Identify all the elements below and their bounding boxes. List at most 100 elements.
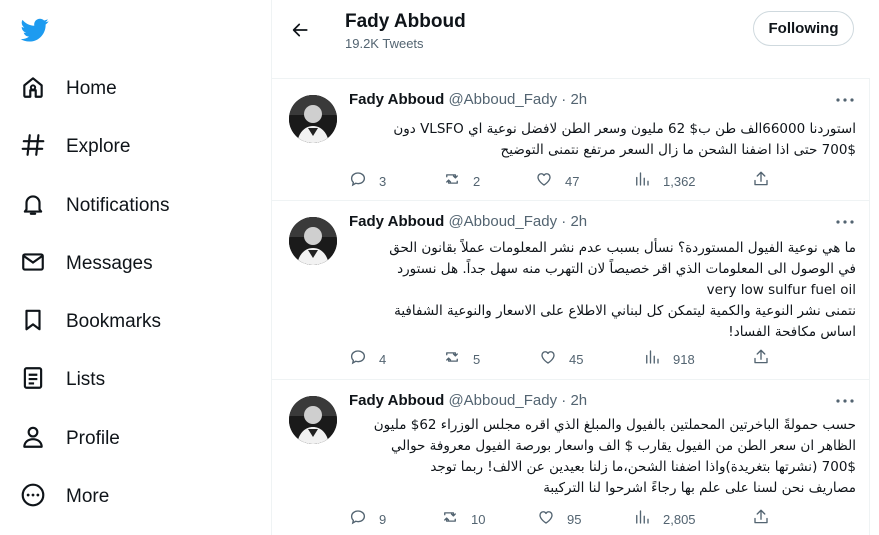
separator-dot: ·	[561, 213, 567, 230]
avatar[interactable]	[289, 217, 337, 265]
reply-button[interactable]: 3	[349, 170, 386, 193]
tweet[interactable]: Fady Abboud @Abboud_Fady · 2h استوردنا 6…	[272, 80, 870, 201]
tweet[interactable]: Fady Abboud @Abboud_Fady · 2h حسب حمولةً…	[272, 381, 870, 535]
retweet-icon	[443, 170, 461, 193]
sidebar-item-label: Home	[66, 78, 117, 99]
arrow-left-icon	[292, 23, 308, 37]
reply-icon	[349, 508, 367, 531]
like-button[interactable]: 95	[537, 508, 581, 531]
sidebar-item-label: Notifications	[66, 195, 170, 216]
sidebar-item-bookmarks[interactable]: Bookmarks	[8, 297, 173, 347]
twitter-bird-icon[interactable]	[20, 16, 50, 44]
heart-icon	[535, 170, 553, 193]
author-handle[interactable]: @Abboud_Fady	[448, 213, 557, 230]
like-count: 95	[567, 512, 582, 527]
views-button[interactable]: 918	[643, 348, 695, 371]
views-button[interactable]: 1,362	[633, 170, 696, 193]
tweet-text-line: استوردنا 66000الف طن ب$ 62 مليون وسعر ال…	[393, 121, 856, 137]
more-options-icon[interactable]	[834, 92, 856, 108]
views-button[interactable]: 2,805	[633, 508, 696, 531]
sidebar-item-label: Explore	[66, 136, 131, 157]
retweet-count: 5	[473, 352, 481, 367]
reply-icon	[349, 348, 367, 371]
separator-dot: ·	[561, 392, 567, 409]
tweet-text: ما هي نوعية الفيول المستوردة؟ نسأل بسبب …	[349, 238, 856, 343]
sidebar-item-label: Messages	[66, 253, 153, 274]
tweet-time[interactable]: 2h	[570, 91, 587, 108]
reply-button[interactable]: 4	[349, 348, 386, 371]
author-name[interactable]: Fady Abboud	[349, 392, 444, 409]
retweet-count: 2	[473, 174, 481, 189]
more-options-icon[interactable]	[834, 393, 856, 409]
tweet-text-line: 700$ (نشرتها بتغريدة)واذا اضفنا الشحن،ما…	[430, 459, 856, 475]
heart-icon	[539, 348, 557, 371]
retweet-button[interactable]: 5	[443, 348, 480, 371]
tweet-text-line: نتمنى نشر النوعية والكمية ليتمكن كل لبنا…	[394, 303, 856, 319]
views-count: 918	[673, 352, 695, 367]
share-button[interactable]	[752, 348, 770, 371]
sidebar-item-label: Bookmarks	[66, 311, 162, 332]
views-chart-icon	[633, 170, 651, 193]
bookmark-icon	[20, 307, 46, 338]
sidebar: Home Explore Notifications Messages Book…	[0, 0, 271, 535]
person-icon	[20, 424, 46, 455]
sidebar-item-profile[interactable]: Profile	[8, 414, 132, 464]
author-handle[interactable]: @Abboud_Fady	[448, 392, 557, 409]
tweet-text-line: 700$ حتى اذا اضفنا الشحن ما زال السعر مر…	[500, 142, 856, 158]
retweet-button[interactable]: 2	[443, 170, 480, 193]
tweet-time[interactable]: 2h	[570, 392, 587, 409]
sidebar-item-explore[interactable]: Explore	[8, 122, 142, 172]
back-button[interactable]	[286, 16, 314, 44]
tweet-text-line: اساس مكافحة الفساد!	[728, 324, 856, 340]
views-count: 2,805	[663, 512, 696, 527]
like-count: 47	[565, 174, 580, 189]
author-name[interactable]: Fady Abboud	[349, 91, 444, 108]
reply-button[interactable]: 9	[349, 508, 386, 531]
tweet[interactable]: Fady Abboud @Abboud_Fady · 2h ما هي نوعي…	[272, 202, 870, 380]
sidebar-item-more[interactable]: More	[8, 472, 121, 522]
sidebar-item-label: More	[66, 486, 110, 507]
separator-dot: ·	[561, 91, 567, 108]
heart-icon	[537, 508, 555, 531]
sidebar-item-label: Lists	[66, 369, 106, 390]
tweet-text: حسب حمولةً الباخرتين المحملتين بالفيول و…	[349, 415, 856, 499]
page-title: Fady Abboud	[345, 11, 466, 32]
tweet-actions: 3 2 47 1,362	[349, 170, 779, 190]
following-button[interactable]: Following	[753, 11, 854, 46]
tweet-text-line: حسب حمولةً الباخرتين المحملتين بالفيول و…	[373, 417, 856, 433]
tweet-text-line: الظاهر ان سعر الطن من الفيول يقارب $ الف…	[390, 438, 856, 454]
tweet-text-line: ما هي نوعية الفيول المستوردة؟ نسأل بسبب …	[389, 240, 856, 256]
views-chart-icon	[643, 348, 661, 371]
home-icon	[20, 74, 46, 105]
sidebar-item-messages[interactable]: Messages	[8, 239, 165, 289]
sidebar-item-home[interactable]: Home	[8, 64, 129, 114]
more-options-icon[interactable]	[834, 214, 856, 230]
share-button[interactable]	[752, 170, 770, 193]
avatar[interactable]	[289, 95, 337, 143]
retweet-button[interactable]: 10	[441, 508, 485, 531]
sidebar-item-notifications[interactable]: Notifications	[8, 181, 182, 231]
share-button[interactable]	[752, 508, 770, 531]
avatar[interactable]	[289, 396, 337, 444]
tweet-text: استوردنا 66000الف طن ب$ 62 مليون وسعر ال…	[349, 119, 856, 161]
tweet-header: Fady Abboud @Abboud_Fady · 2h	[349, 91, 587, 108]
sidebar-item-lists[interactable]: Lists	[8, 355, 117, 405]
tweet-header: Fady Abboud @Abboud_Fady · 2h	[349, 213, 587, 230]
like-button[interactable]: 47	[535, 170, 579, 193]
views-chart-icon	[633, 508, 651, 531]
sidebar-item-label: Profile	[66, 428, 120, 449]
reply-count: 9	[379, 512, 387, 527]
like-button[interactable]: 45	[539, 348, 583, 371]
tweet-count: 19.2K Tweets	[345, 36, 424, 51]
tweet-time[interactable]: 2h	[570, 213, 587, 230]
tweet-actions: 4 5 45 918	[349, 348, 779, 368]
retweet-icon	[441, 508, 459, 531]
reply-icon	[349, 170, 367, 193]
author-name[interactable]: Fady Abboud	[349, 213, 444, 230]
share-icon	[752, 349, 770, 370]
envelope-icon	[20, 249, 46, 280]
author-handle[interactable]: @Abboud_Fady	[448, 91, 557, 108]
reply-count: 4	[379, 352, 387, 367]
more-circle-icon	[20, 482, 46, 513]
retweet-icon	[443, 348, 461, 371]
